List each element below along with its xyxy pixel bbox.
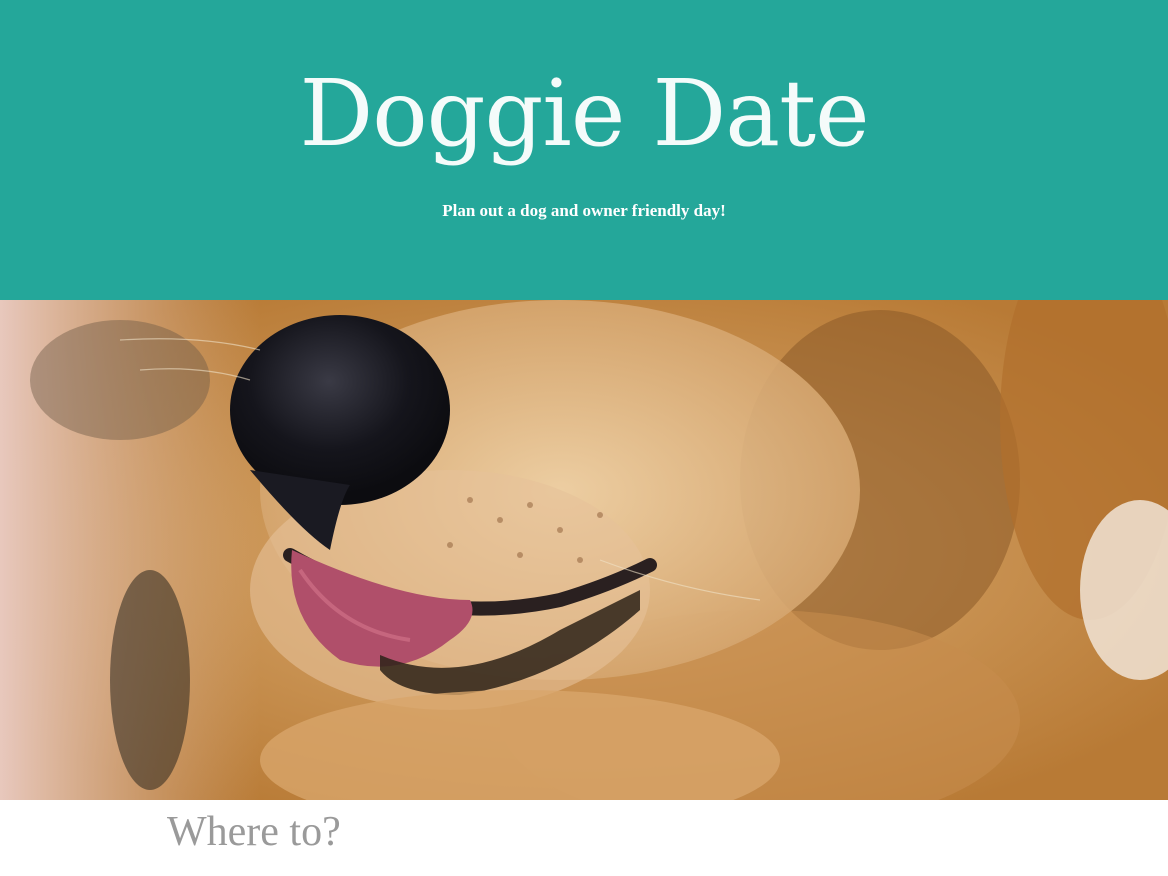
site-header: Doggie Date Plan out a dog and owner fri… [0, 0, 1168, 300]
hero-dog-photo [0, 300, 1168, 800]
dog-photo-illustration [0, 300, 1168, 800]
site-tagline: Plan out a dog and owner friendly day! [442, 201, 726, 220]
site-title: Doggie Date [299, 60, 869, 167]
where-to-heading: Where to? [167, 809, 341, 855]
